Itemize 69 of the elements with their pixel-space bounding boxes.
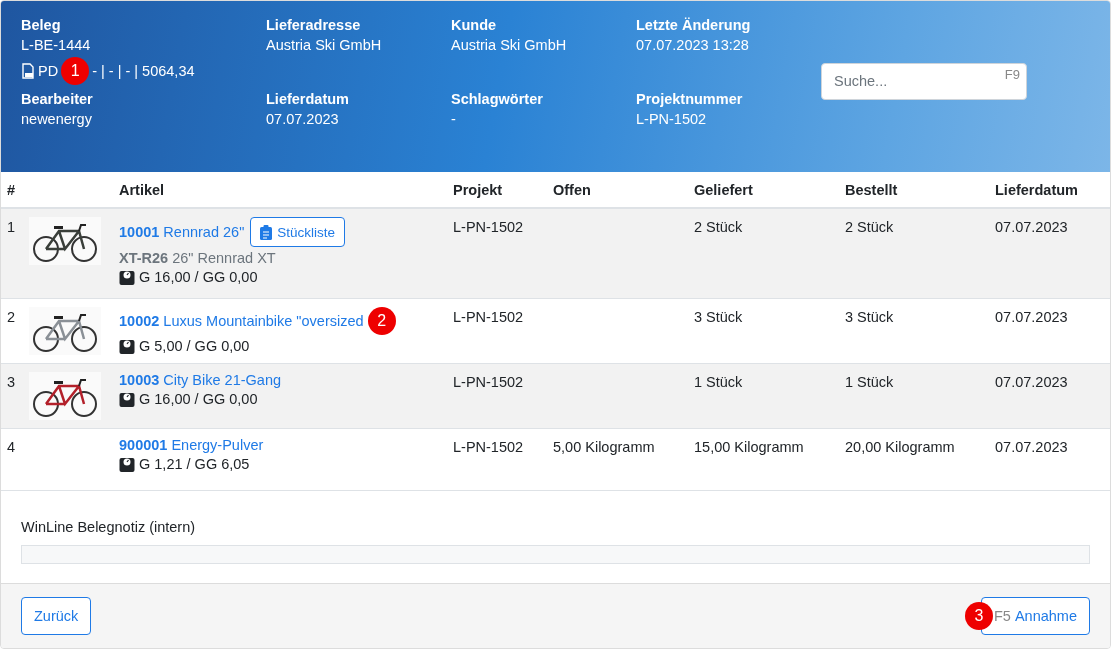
field-value: Austria Ski GmbH xyxy=(451,37,568,53)
field-label: Letzte Änderung xyxy=(636,17,752,33)
weight-text: G 16,00 / GG 0,00 xyxy=(139,391,258,407)
clipboard-list-icon xyxy=(260,224,273,240)
field-label: Beleg xyxy=(21,17,62,33)
field-label: Projektnummer xyxy=(636,91,744,107)
field-value: L-BE-1444 xyxy=(21,37,92,53)
field-label: Schlagwörter xyxy=(451,91,544,107)
table-cell-text: 15,00 Kilogramm xyxy=(694,438,805,457)
table-cell-text: 20,00 Kilogramm xyxy=(845,438,956,457)
article-link[interactable]: 10002 Luxus Mountainbike "oversized xyxy=(119,313,364,329)
table-cell-text: 3 Stück xyxy=(694,308,744,327)
table-cell-text: 07.07.2023 xyxy=(995,218,1069,237)
weight-text: G 5,00 / GG 0,00 xyxy=(139,338,250,354)
table-cell-text: 07.07.2023 xyxy=(995,438,1069,457)
row-number: 2 xyxy=(6,308,17,327)
weight-text: G 1,21 / GG 6,05 xyxy=(139,456,250,472)
back-button[interactable]: Zurück xyxy=(21,597,92,635)
article-link[interactable]: 900001 Energy-Pulver xyxy=(119,437,264,453)
weight-text: G 16,00 / GG 0,00 xyxy=(139,269,258,285)
annotation-marker: 2 xyxy=(367,307,396,335)
table-cell-text: 1 Stück xyxy=(845,373,895,392)
table-cell-text: L-PN-1502 xyxy=(453,218,525,237)
field-label: Kunde xyxy=(451,17,498,33)
column-header: # xyxy=(6,181,17,198)
note-label: WinLine Belegnotiz (intern) xyxy=(21,519,197,535)
column-header: Lieferdatum xyxy=(995,181,1079,198)
field-label: Bearbeiter xyxy=(21,91,94,107)
table-cell-text: 2 Stück xyxy=(845,218,895,237)
table-cell-text: L-PN-1502 xyxy=(453,438,525,457)
table-cell-text: 5,00 Kilogramm xyxy=(553,438,656,457)
table-cell-text: 07.07.2023 xyxy=(995,373,1069,392)
shortcut-hint: F9 xyxy=(1004,66,1020,82)
table-cell-text: 3 Stück xyxy=(845,308,895,327)
article-link[interactable]: 10001 Rennrad 26" xyxy=(119,224,245,240)
field-value: 07.07.2023 xyxy=(266,111,340,127)
field-label: Lieferadresse xyxy=(266,17,362,33)
column-header: Bestellt xyxy=(845,181,899,198)
pdf-link[interactable]: PD xyxy=(38,63,59,79)
field-value: 07.07.2023 13:28 xyxy=(636,37,750,53)
column-header: Geliefert xyxy=(694,181,754,198)
bom-button[interactable]: Stückliste xyxy=(250,217,346,247)
scale-icon xyxy=(119,456,135,472)
column-header: Offen xyxy=(553,181,592,198)
variant-text: XT-R26 26" Rennrad XT xyxy=(119,250,277,266)
article-link[interactable]: 10003 City Bike 21-Gang xyxy=(119,372,282,388)
scale-icon xyxy=(119,391,135,407)
field-label: Lieferdatum xyxy=(266,91,350,107)
pdf-file-icon xyxy=(21,63,35,79)
table-cell-text: 2 Stück xyxy=(694,218,744,237)
field-value: L-PN-1502 xyxy=(636,111,708,127)
row-number: 4 xyxy=(6,438,17,457)
note-field[interactable] xyxy=(21,545,1090,564)
row-number: 1 xyxy=(6,218,17,237)
field-value: newenergy xyxy=(21,111,93,127)
field-value: Austria Ski GmbH xyxy=(266,37,383,53)
scale-icon xyxy=(119,269,135,285)
annotation-marker: 1 xyxy=(61,57,90,85)
column-header: Artikel xyxy=(119,181,166,198)
table-cell-text: 07.07.2023 xyxy=(995,308,1069,327)
row-number: 3 xyxy=(6,373,17,392)
field-value: - xyxy=(451,111,457,127)
table-cell-text: L-PN-1502 xyxy=(453,373,525,392)
scale-icon xyxy=(119,338,135,354)
annotation-marker: 3 xyxy=(965,602,993,630)
document-summary: - | - | - | 5064,34 xyxy=(92,63,195,79)
column-header: Projekt xyxy=(453,181,504,198)
table-cell-text: L-PN-1502 xyxy=(453,308,525,327)
table-cell-text: 1 Stück xyxy=(694,373,744,392)
